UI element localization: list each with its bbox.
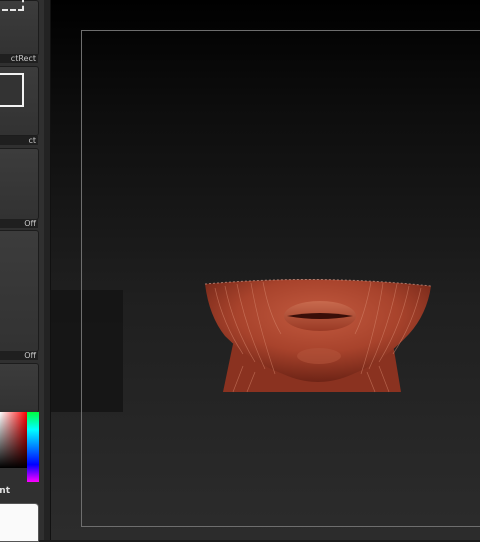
color-picker[interactable] (0, 412, 40, 482)
rect-tool-button[interactable] (0, 66, 39, 136)
chin (297, 348, 341, 364)
toggle-b-status: Off (0, 351, 38, 360)
marquee-select-icon (0, 0, 24, 11)
rectangle-icon (0, 73, 24, 107)
color-saturation-square[interactable] (0, 412, 27, 468)
toggle-b-button[interactable] (0, 230, 39, 352)
toggle-a-status: Off (0, 219, 38, 228)
main-color-swatch[interactable] (0, 503, 39, 542)
hue-slider[interactable] (27, 412, 39, 482)
tool-shelf: ctRect ct Off Off nt (0, 0, 45, 542)
document-viewport[interactable] (51, 0, 480, 540)
toggle-a-button[interactable] (0, 148, 39, 220)
rect-tool-label: ct (0, 136, 38, 145)
shelf-divider[interactable] (44, 0, 51, 540)
material-button[interactable] (0, 363, 39, 413)
sculpt-model[interactable] (203, 274, 433, 399)
color-picker-label: nt (0, 486, 10, 496)
select-rect-tool-label: ctRect (0, 54, 38, 63)
select-rect-tool-button[interactable] (0, 0, 39, 56)
